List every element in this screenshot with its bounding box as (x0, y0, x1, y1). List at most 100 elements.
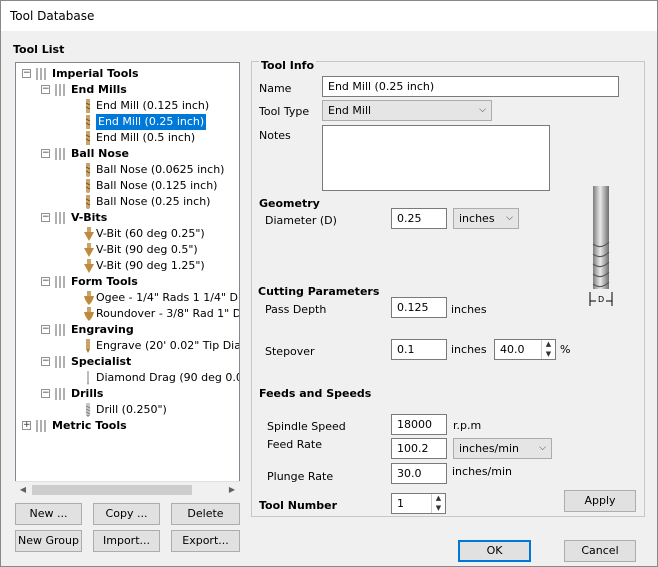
tree-item[interactable]: End Mill (0.5 inch) (96, 130, 195, 146)
percent-symbol: % (560, 343, 571, 356)
feed-rate-units-select[interactable]: inches/min ⌵ (453, 438, 552, 459)
new-group-button[interactable]: New Group (15, 530, 82, 552)
diameter-units-select[interactable]: inches ⌵ (453, 208, 519, 229)
collapse-icon[interactable]: − (22, 69, 31, 78)
tree-item-selected[interactable]: End Mill (0.25 inch) (96, 114, 207, 130)
scrollbar-thumb[interactable] (32, 485, 192, 495)
collapse-icon[interactable]: − (41, 389, 50, 398)
export-button[interactable]: Export... (171, 530, 240, 552)
ok-button[interactable]: OK (458, 540, 531, 562)
tree-item[interactable]: V-Bit (90 deg 0.5") (96, 242, 198, 258)
diamond-drag-icon (84, 371, 94, 385)
diameter-input[interactable]: 0.25 (391, 208, 447, 229)
scroll-right-icon[interactable]: ▶ (224, 482, 240, 498)
apply-button[interactable]: Apply (564, 490, 636, 512)
cancel-button[interactable]: Cancel (564, 540, 636, 562)
tool-group-icon (54, 323, 66, 337)
spindle-speed-input[interactable]: 18000 (391, 414, 447, 435)
import-button[interactable]: Import... (93, 530, 160, 552)
ball-nose-icon (84, 195, 94, 209)
diagram-d-label: D (598, 295, 605, 304)
spin-down-icon[interactable]: ▼ (432, 503, 445, 513)
name-input[interactable]: End Mill (0.25 inch) (322, 76, 619, 97)
tree-group-v-bits[interactable]: V-Bits (71, 210, 107, 226)
notes-label: Notes (259, 129, 291, 142)
collapse-icon[interactable]: − (41, 357, 50, 366)
tool-info-title: Tool Info (259, 59, 317, 72)
form-tool-icon (84, 291, 94, 305)
tool-number-spinner[interactable]: ▲ ▼ (431, 494, 445, 513)
tool-group-icon (54, 355, 66, 369)
stepover-input[interactable]: 0.1 (391, 339, 447, 360)
tree-item[interactable]: V-Bit (90 deg 1.25") (96, 258, 205, 274)
feeds-speeds-title: Feeds and Speeds (259, 387, 372, 400)
collapse-icon[interactable]: − (41, 213, 50, 222)
delete-tool-button[interactable]: Delete (171, 503, 240, 525)
stepover-spinner[interactable]: ▲ ▼ (541, 340, 555, 359)
tree-item[interactable]: Ball Nose (0.0625 inch) (96, 162, 224, 178)
tree-item[interactable]: Engrave (20' 0.02" Tip Dia) (96, 338, 239, 354)
collapse-icon[interactable]: − (41, 149, 50, 158)
tree-group-end-mills[interactable]: End Mills (71, 82, 127, 98)
tool-number-input[interactable]: 1 ▲ ▼ (391, 493, 446, 514)
collapse-icon[interactable]: − (41, 325, 50, 334)
notes-textarea[interactable] (322, 125, 550, 191)
tree-group-metric-tools[interactable]: Metric Tools (52, 418, 127, 434)
spin-up-icon[interactable]: ▲ (432, 494, 445, 503)
collapse-icon[interactable]: − (41, 277, 50, 286)
ball-nose-icon (84, 179, 94, 193)
name-label: Name (259, 82, 292, 95)
end-mill-icon (84, 115, 94, 129)
feed-rate-label: Feed Rate (267, 438, 322, 451)
copy-tool-button[interactable]: Copy ... (93, 503, 160, 525)
collapse-icon[interactable]: − (41, 85, 50, 94)
tree-group-engraving[interactable]: Engraving (71, 322, 134, 338)
window-title: Tool Database (10, 9, 95, 23)
tree-group-ball-nose[interactable]: Ball Nose (71, 146, 129, 162)
expand-icon[interactable]: + (22, 421, 31, 430)
tree-item[interactable]: Ball Nose (0.25 inch) (96, 194, 210, 210)
spin-up-icon[interactable]: ▲ (542, 340, 555, 349)
tool-tree[interactable]: − Imperial Tools − End Mills End Mill (0.125… (15, 62, 240, 497)
tree-item[interactable]: Diamond Drag (90 deg 0.020" (96, 370, 239, 386)
scroll-left-icon[interactable]: ◀ (15, 482, 31, 498)
tree-item[interactable]: Ball Nose (0.125 inch) (96, 178, 217, 194)
spindle-speed-units: r.p.m (453, 419, 482, 432)
tree-group-imperial-tools[interactable]: Imperial Tools (52, 66, 139, 82)
end-mill-icon (84, 131, 94, 145)
stepover-units: inches (451, 343, 487, 356)
diameter-label: Diameter (D) (265, 214, 337, 227)
tree-item[interactable]: End Mill (0.125 inch) (96, 98, 209, 114)
tool-group-icon (35, 67, 47, 81)
feed-rate-input[interactable]: 100.2 (391, 438, 447, 459)
geometry-title: Geometry (259, 197, 320, 210)
form-tool-icon (84, 307, 94, 321)
feed-rate-units-value: inches/min (459, 442, 519, 455)
tree-item[interactable]: V-Bit (60 deg 0.25") (96, 226, 205, 242)
end-mill-icon (84, 99, 94, 113)
end-mill-diagram-icon: D (586, 184, 616, 309)
plunge-rate-input[interactable]: 30.0 (391, 463, 447, 484)
spindle-speed-label: Spindle Speed (267, 420, 346, 433)
tool-number-label: Tool Number (259, 499, 338, 512)
tree-group-drills[interactable]: Drills (71, 386, 103, 402)
pass-depth-units: inches (451, 303, 487, 316)
stepover-percent-input[interactable]: 40.0 ▲ ▼ (494, 339, 556, 360)
tree-item[interactable]: Roundover - 3/8" Rad 1" Dia x (96, 306, 239, 322)
tree-item[interactable]: Ogee - 1/4" Rads 1 1/4" Dia 1 (96, 290, 239, 306)
tree-item[interactable]: Drill (0.250") (96, 402, 167, 418)
tree-group-form-tools[interactable]: Form Tools (71, 274, 138, 290)
stepover-percent-value: 40.0 (500, 343, 525, 356)
tree-group-specialist[interactable]: Specialist (71, 354, 131, 370)
tree-horizontal-scrollbar[interactable]: ◀ ▶ (15, 481, 240, 497)
tool-group-icon (54, 83, 66, 97)
tool-group-icon (35, 419, 47, 433)
chevron-down-icon: ⌵ (506, 213, 513, 223)
new-tool-button[interactable]: New ... (15, 503, 82, 525)
spin-down-icon[interactable]: ▼ (542, 349, 555, 359)
drill-icon (84, 403, 94, 417)
v-bit-icon (84, 227, 94, 241)
tool-type-select[interactable]: End Mill ⌵ (322, 100, 492, 121)
pass-depth-input[interactable]: 0.125 (391, 297, 447, 318)
tool-type-value: End Mill (328, 104, 372, 117)
